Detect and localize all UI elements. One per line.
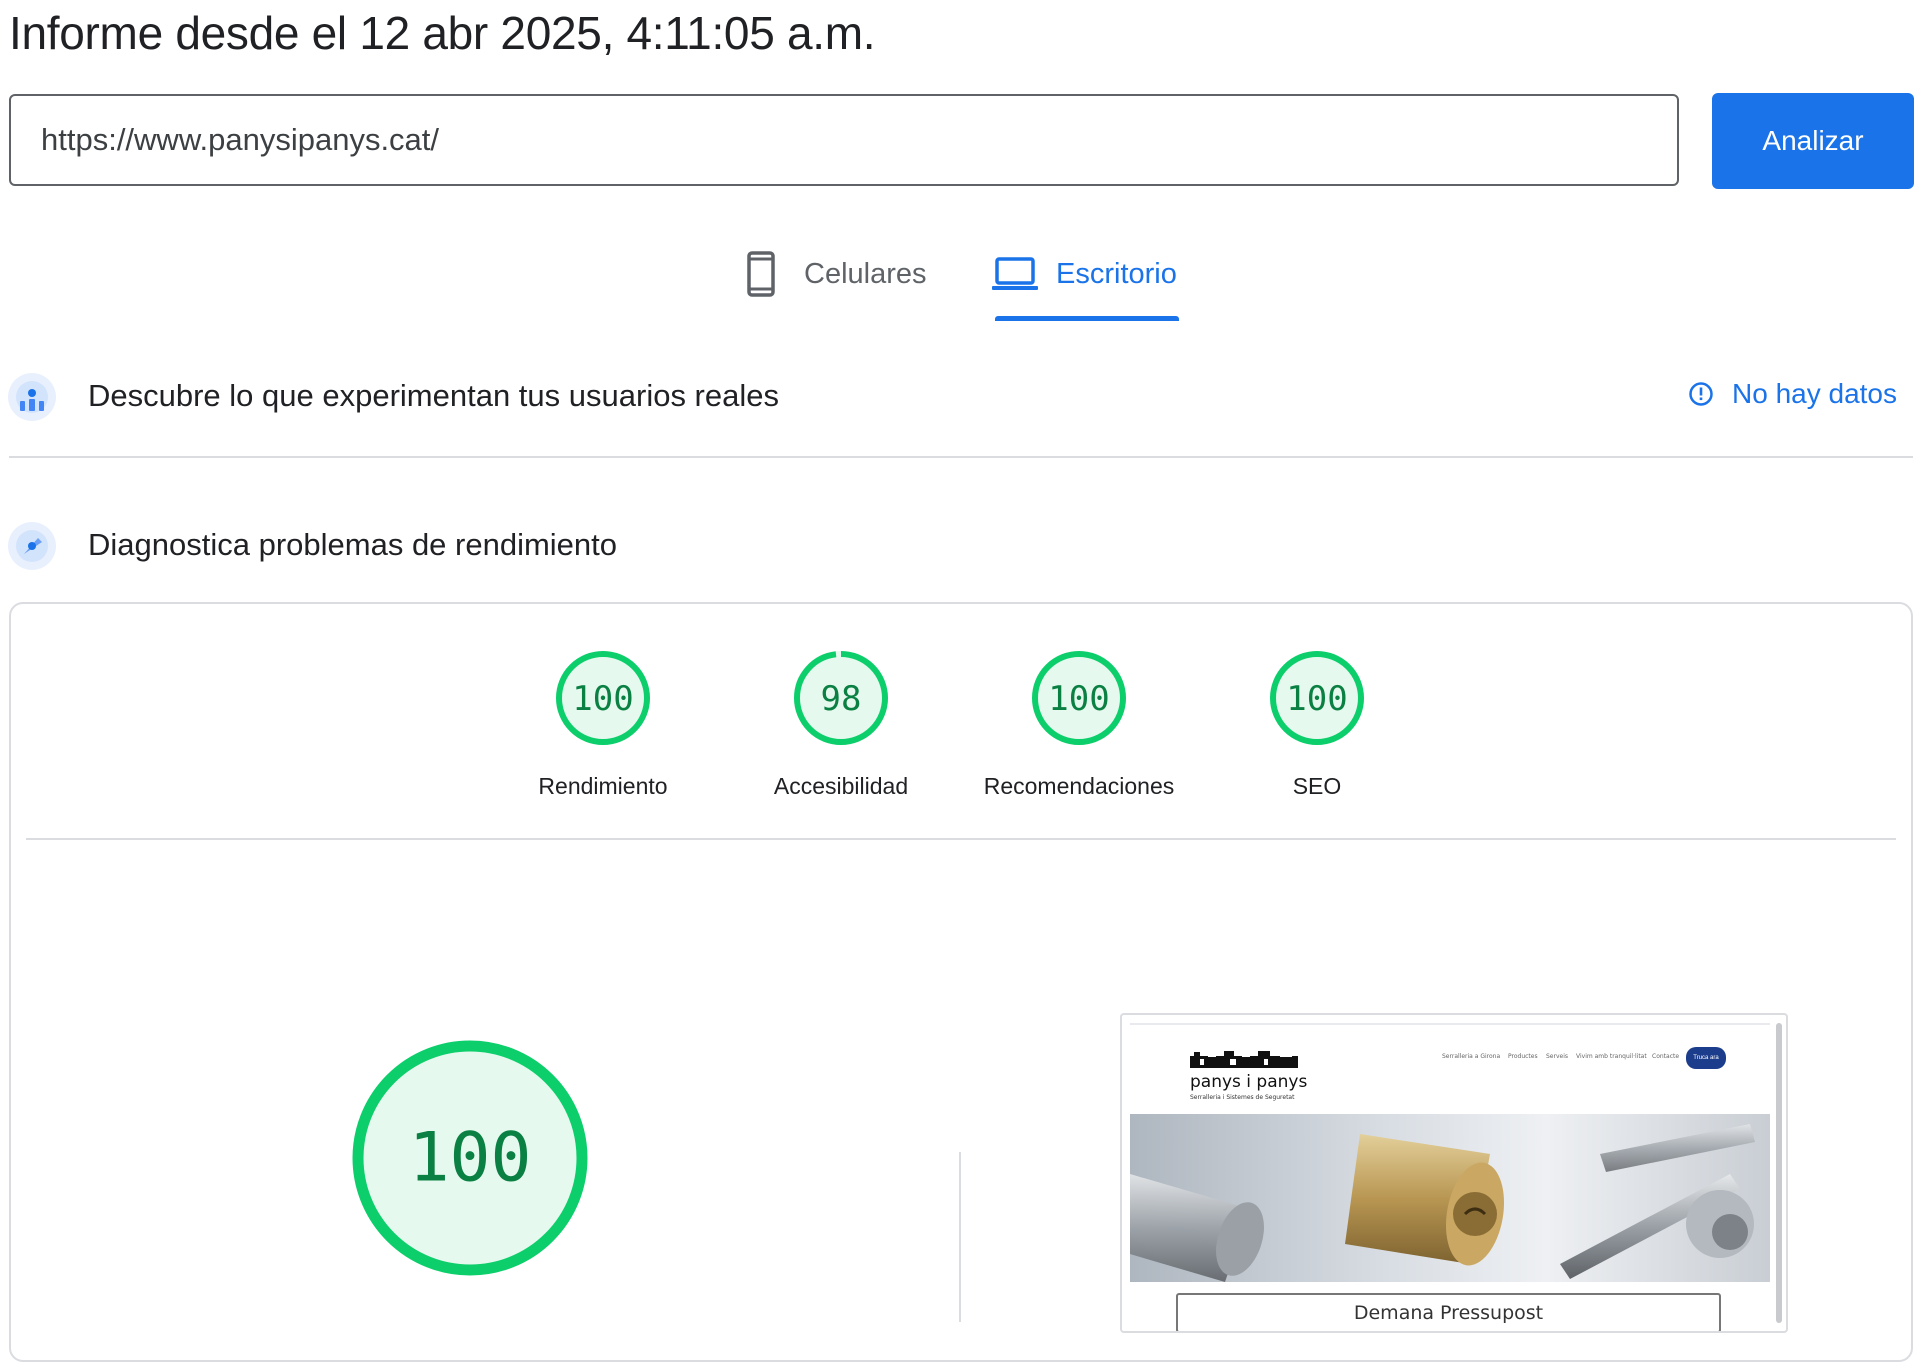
gauge-ring: 100: [1270, 651, 1364, 745]
page-screenshot: panys i panys Serralleria i Sistemes de …: [1120, 1013, 1788, 1333]
brand-subtitle: Serralleria i Sistemes de Seguretat: [1190, 1094, 1295, 1101]
score-label: Rendimiento: [538, 773, 668, 799]
laptop-icon: [992, 255, 1038, 293]
score-value: 100: [1286, 679, 1347, 719]
score-label: Accesibilidad: [773, 773, 909, 799]
quote-button[interactable]: Demana Pressupost: [1176, 1293, 1721, 1331]
score-seo[interactable]: 100: [1267, 648, 1367, 753]
score-label: Recomendaciones: [983, 773, 1175, 799]
active-tab-indicator: [995, 316, 1179, 321]
score-accessibility[interactable]: 98: [791, 648, 891, 753]
gauge-ring: 100: [1032, 651, 1126, 745]
report-title: Informe desde el 12 abr 2025, 4:11:05 a.…: [9, 7, 876, 59]
nav-item[interactable]: Productes: [1508, 1053, 1538, 1060]
main-performance-gauge: 100: [350, 1038, 590, 1283]
nav-item[interactable]: Serralleria a Girona: [1442, 1053, 1500, 1060]
compass-icon: [8, 522, 56, 570]
brand-logo: [1190, 1051, 1298, 1068]
tab-mobile[interactable]: Celulares: [746, 248, 927, 300]
screenshot-viewport: panys i panys Serralleria i Sistemes de …: [1130, 1023, 1770, 1331]
hero-image: [1130, 1114, 1770, 1282]
nav-item[interactable]: Vivim amb tranquil·litat: [1576, 1053, 1647, 1060]
lab-data-title: Diagnostica problemas de rendimiento: [88, 527, 618, 562]
screenshot-scrollbar: [1776, 1023, 1782, 1323]
vertical-divider: [959, 1152, 961, 1322]
phone-icon: [746, 251, 776, 297]
url-input[interactable]: [9, 94, 1679, 186]
section-divider: [9, 456, 1913, 458]
score-value: 98: [821, 679, 862, 719]
field-data-title: Descubre lo que experimentan tus usuario…: [88, 378, 779, 413]
score-value: 100: [572, 679, 633, 719]
brand-name: panys i panys: [1190, 1072, 1308, 1092]
gauge-ring: 100: [556, 651, 650, 745]
gauge-ring: 98: [794, 651, 888, 745]
no-data-label: No hay datos: [1732, 378, 1897, 409]
tab-desktop[interactable]: Escritorio: [992, 248, 1177, 300]
info-icon: [1688, 381, 1714, 407]
tab-mobile-label: Celulares: [804, 257, 927, 290]
users-chart-icon: [8, 373, 56, 421]
nav-item[interactable]: Contacte: [1652, 1053, 1679, 1060]
score-best-practices[interactable]: 100: [1029, 648, 1129, 753]
tab-desktop-label: Escritorio: [1056, 257, 1177, 290]
nav-item[interactable]: Serveis: [1546, 1053, 1568, 1060]
analyze-button[interactable]: Analizar: [1712, 93, 1914, 189]
no-data-link[interactable]: No hay datos: [1688, 378, 1897, 410]
score-performance[interactable]: 100: [553, 648, 653, 753]
score-label: SEO: [1292, 773, 1342, 799]
main-score-value: 100: [409, 1119, 532, 1198]
card-divider: [26, 838, 1896, 840]
nav-call-button[interactable]: Truca ara: [1686, 1047, 1726, 1069]
score-value: 100: [1048, 679, 1109, 719]
